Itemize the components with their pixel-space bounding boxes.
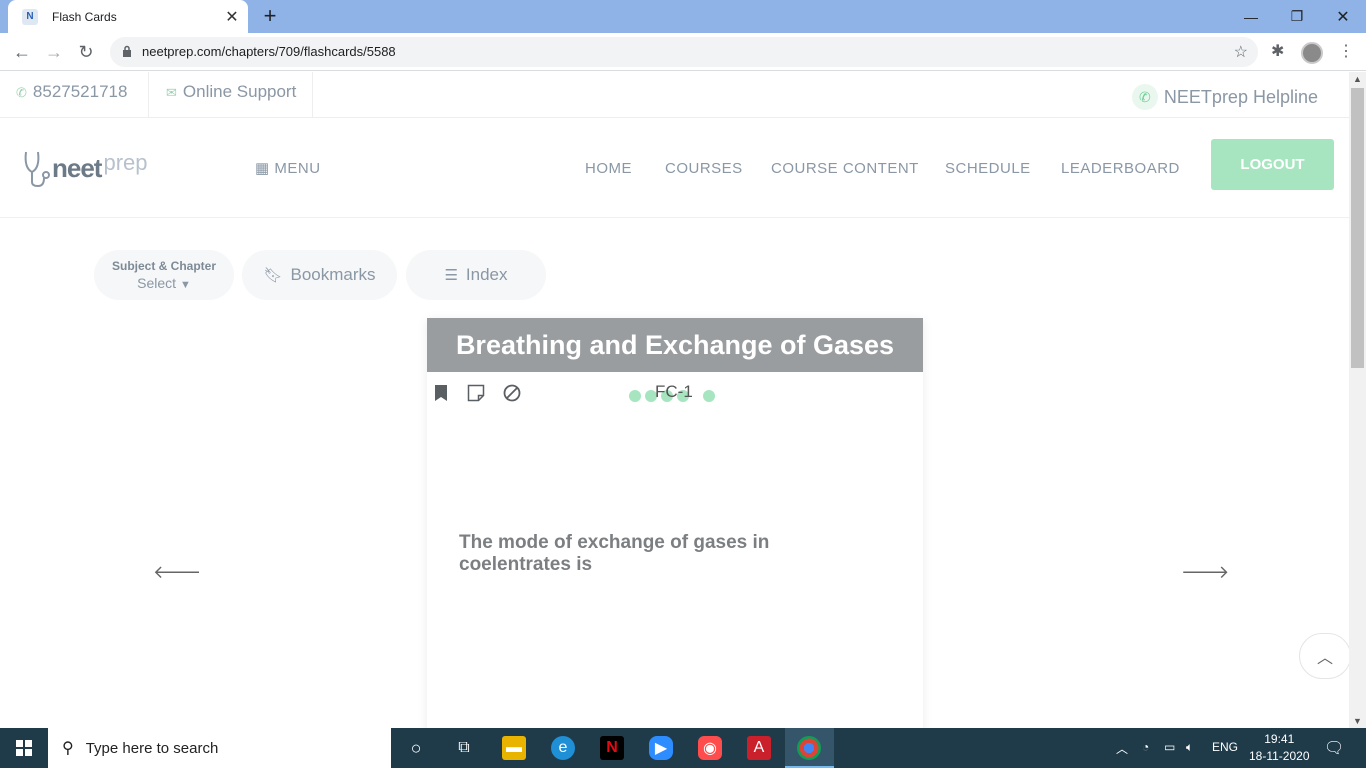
menu-label: MENU bbox=[274, 160, 321, 177]
url-text: neetprep.com/chapters/709/flashcards/558… bbox=[142, 44, 396, 59]
site-header: neet prep ▦ MENU HOME COURSES COURSE CON… bbox=[0, 118, 1349, 218]
bookmark-star-icon[interactable]: ☆ bbox=[1234, 42, 1248, 62]
forward-button[interactable]: → bbox=[41, 39, 67, 65]
nav-home[interactable]: HOME bbox=[585, 160, 632, 177]
next-arrow-icon[interactable]: 🡒 bbox=[1181, 562, 1229, 583]
language-indicator[interactable]: ENG bbox=[1212, 740, 1238, 754]
tab-title: Flash Cards bbox=[52, 9, 117, 24]
battery-icon[interactable]: ▭ bbox=[1164, 740, 1175, 754]
close-window-button[interactable]: ✕ bbox=[1320, 0, 1366, 33]
close-tab-icon[interactable]: ✕ bbox=[222, 7, 242, 27]
helpline-link[interactable]: ✆ NEETprep Helpline bbox=[1131, 84, 1318, 110]
restore-button[interactable]: ❐ bbox=[1274, 0, 1320, 33]
netflix-icon[interactable]: N bbox=[600, 736, 624, 760]
note-icon[interactable] bbox=[467, 384, 485, 407]
card-title: Breathing and Exchange of Gases bbox=[427, 318, 923, 372]
subject-chapter-select[interactable]: Subject & Chapter Select ▼ bbox=[94, 250, 234, 300]
bookmark-icon[interactable] bbox=[433, 384, 449, 407]
phone-icon: ✆ bbox=[16, 85, 27, 100]
taskbar-search[interactable]: ⚲ Type here to search bbox=[48, 728, 391, 768]
menu-button[interactable]: ▦ MENU bbox=[255, 159, 321, 177]
card-toolbar bbox=[433, 384, 521, 407]
logo-text-main: neet bbox=[52, 152, 102, 183]
bookmark-outline-icon: 🔖︎ bbox=[263, 267, 283, 284]
chevron-up-icon: ︿ bbox=[1316, 650, 1333, 667]
support-label: Online Support bbox=[182, 82, 297, 101]
nav-courses[interactable]: COURSES bbox=[665, 160, 743, 177]
reload-button[interactable]: ↻ bbox=[73, 39, 99, 65]
scroll-thumb[interactable] bbox=[1351, 88, 1364, 368]
divider bbox=[148, 72, 149, 118]
page-scrollbar[interactable]: ▲ ▼ bbox=[1349, 72, 1366, 728]
extensions-icon[interactable]: ✱ bbox=[1271, 41, 1284, 61]
mail-icon: ✉ bbox=[166, 85, 177, 100]
page-content: ✆ 8527521718 ✉ Online Support ✆ NEETprep He… bbox=[0, 72, 1349, 728]
loading-dot bbox=[703, 390, 715, 402]
prev-arrow-icon[interactable]: 🡐 bbox=[153, 562, 201, 583]
helpline-label: NEETprep Helpline bbox=[1163, 86, 1318, 107]
tray-chevron-icon[interactable]: ︿ bbox=[1116, 740, 1128, 757]
notifications-icon[interactable]: 🗨︎ bbox=[1324, 738, 1344, 758]
scroll-to-top-button[interactable]: ︿ bbox=[1299, 633, 1349, 679]
task-view-icon[interactable]: ⧉ bbox=[452, 736, 476, 760]
scroll-down-arrow-icon[interactable]: ▼ bbox=[1353, 716, 1362, 726]
chevron-down-icon: ▼ bbox=[179, 279, 191, 291]
whatsapp-icon: ✆ bbox=[1131, 84, 1158, 110]
search-icon: ⚲ bbox=[62, 740, 74, 757]
stethoscope-icon bbox=[24, 151, 50, 188]
index-label: Index bbox=[465, 265, 508, 284]
phone-contact[interactable]: ✆ 8527521718 bbox=[16, 82, 127, 102]
edge-icon[interactable]: e bbox=[551, 736, 575, 760]
back-button[interactable]: ← bbox=[9, 39, 35, 65]
site-logo[interactable]: neet prep bbox=[22, 148, 148, 188]
favicon-icon: N bbox=[22, 8, 38, 25]
minimize-button[interactable]: — bbox=[1228, 0, 1274, 33]
nav-schedule[interactable]: SCHEDULE bbox=[945, 160, 1031, 177]
volume-icon[interactable]: 🔈︎ bbox=[1186, 740, 1193, 755]
card-code: FC-1 bbox=[655, 382, 693, 401]
browser-tab-bar: N Flash Cards ✕ + — ❐ ✕ bbox=[0, 0, 1366, 33]
windows-taskbar: ⚲ Type here to search ○ ⧉ ▬ e N ▶ ◉ A ︿ … bbox=[0, 728, 1366, 768]
card-question: The mode of exchange of gases in coelent… bbox=[459, 532, 770, 575]
cortana-icon[interactable]: ○ bbox=[404, 736, 428, 760]
divider bbox=[312, 72, 313, 118]
block-icon[interactable] bbox=[503, 384, 521, 407]
new-tab-button[interactable]: + bbox=[258, 5, 282, 29]
address-bar-row: ← → ↻ neetprep.com/chapters/709/flashcar… bbox=[0, 33, 1366, 71]
profile-avatar[interactable] bbox=[1301, 42, 1323, 64]
windows-icon bbox=[16, 740, 32, 756]
loading-dot bbox=[629, 390, 641, 402]
acrobat-icon[interactable]: A bbox=[747, 736, 771, 760]
file-explorer-icon[interactable]: ▬ bbox=[502, 736, 526, 760]
bookmarks-label: Bookmarks bbox=[290, 265, 376, 284]
search-placeholder: Type here to search bbox=[85, 739, 219, 757]
select-value: Select bbox=[137, 275, 177, 291]
clock-time: 19:41 bbox=[1264, 732, 1295, 746]
scroll-up-arrow-icon[interactable]: ▲ bbox=[1353, 74, 1362, 84]
bookmarks-button[interactable]: 🔖︎ Bookmarks bbox=[242, 250, 397, 300]
app-icon[interactable]: ◉ bbox=[698, 736, 722, 760]
zoom-icon[interactable]: ▶ bbox=[649, 736, 673, 760]
index-button[interactable]: ☰ Index bbox=[406, 250, 546, 300]
online-support-link[interactable]: ✉ Online Support bbox=[166, 82, 296, 102]
contact-strip: ✆ 8527521718 ✉ Online Support ✆ NEETprep He… bbox=[0, 72, 1349, 118]
subject-chapter-label: Subject & Chapter bbox=[111, 259, 216, 273]
lock-icon bbox=[123, 45, 131, 57]
logo-text-sub: prep bbox=[103, 150, 148, 175]
chrome-menu-icon[interactable]: ⋮ bbox=[1338, 41, 1354, 61]
phone-number: 8527521718 bbox=[32, 82, 128, 101]
clock[interactable]: 19:41 18-11-2020 bbox=[1249, 731, 1310, 765]
clock-date: 18-11-2020 bbox=[1249, 749, 1310, 763]
logout-button[interactable]: LOGOUT bbox=[1211, 139, 1334, 190]
grid-icon: ▦ bbox=[255, 160, 270, 177]
nav-leaderboard[interactable]: LEADERBOARD bbox=[1061, 160, 1180, 177]
chrome-icon[interactable] bbox=[797, 736, 821, 760]
nav-course-content[interactable]: COURSE CONTENT bbox=[771, 160, 919, 177]
flashcard: Breathing and Exchange of Gases FC-1 The… bbox=[427, 318, 923, 728]
network-icon[interactable]: ◔ bbox=[1142, 740, 1149, 754]
start-button[interactable] bbox=[0, 728, 48, 768]
omnibox[interactable]: neetprep.com/chapters/709/flashcards/558… bbox=[110, 37, 1258, 67]
list-icon: ☰ bbox=[444, 267, 458, 284]
browser-tab[interactable]: N Flash Cards ✕ bbox=[8, 0, 248, 33]
